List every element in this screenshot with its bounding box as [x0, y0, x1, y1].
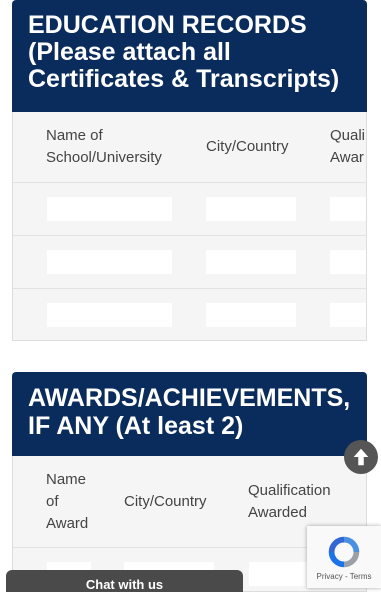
recaptcha-privacy-terms[interactable]: Privacy - Terms: [307, 572, 381, 581]
recaptcha-badge[interactable]: Privacy - Terms: [307, 526, 381, 588]
awards-title-line2: IF ANY (At least 2): [28, 412, 244, 440]
column-header-school-line2: School/University: [46, 149, 162, 166]
table-row: [13, 182, 366, 236]
column-header-school-line1: Name of: [46, 127, 103, 144]
column-header-award-city-country: City/Country: [124, 493, 207, 510]
column-header-qualification-line1: Quali: [330, 127, 366, 144]
column-header-award-name-line2: of: [46, 493, 59, 510]
column-header-qualification: Quali Awar: [330, 125, 365, 169]
qualification-input[interactable]: [330, 303, 366, 327]
city-country-input[interactable]: [206, 250, 296, 274]
award-qualification-input[interactable]: [249, 562, 309, 586]
column-header-school: Name of School/University: [46, 125, 162, 169]
education-title-line2: (Please attach all: [28, 38, 231, 66]
column-header-award-name-line1: Name: [46, 471, 87, 488]
city-country-input[interactable]: [206, 303, 296, 327]
column-header-award-name: Name of Award: [46, 469, 88, 535]
column-header-award-name-line3: Award: [46, 515, 89, 532]
column-header-award-qualification-line2: Awarded: [248, 504, 307, 521]
awards-achievements-header: AWARDS/ACHIEVEMENTS, IF ANY (At least 2): [12, 372, 367, 456]
education-records-header: EDUCATION RECORDS (Please attach all Cer…: [12, 0, 367, 112]
column-header-award-qualification-line1: Qualification: [248, 482, 331, 499]
scroll-to-top-button[interactable]: [344, 440, 378, 474]
awards-title-line1: AWARDS/ACHIEVEMENTS,: [28, 384, 351, 412]
education-title-line1: EDUCATION RECORDS: [28, 11, 307, 39]
column-header-city-country: City/Country: [206, 138, 289, 155]
qualification-input[interactable]: [330, 197, 366, 221]
column-header-award-qualification: Qualification Awarded: [248, 480, 331, 524]
school-name-input[interactable]: [47, 303, 172, 327]
recaptcha-icon: [328, 536, 360, 568]
school-name-input[interactable]: [47, 250, 172, 274]
column-header-qualification-line2: Awar: [330, 149, 364, 166]
table-row: [13, 235, 366, 289]
city-country-input[interactable]: [206, 197, 296, 221]
arrow-up-icon: [353, 448, 369, 466]
qualification-input[interactable]: [330, 250, 366, 274]
table-row: [13, 288, 366, 340]
school-name-input[interactable]: [47, 197, 172, 221]
education-title-line3: Certificates & Transcripts): [28, 65, 340, 93]
chat-with-us-button[interactable]: Chat with us: [6, 570, 243, 592]
education-records-table: Name of School/University City/Country Q…: [12, 112, 367, 341]
